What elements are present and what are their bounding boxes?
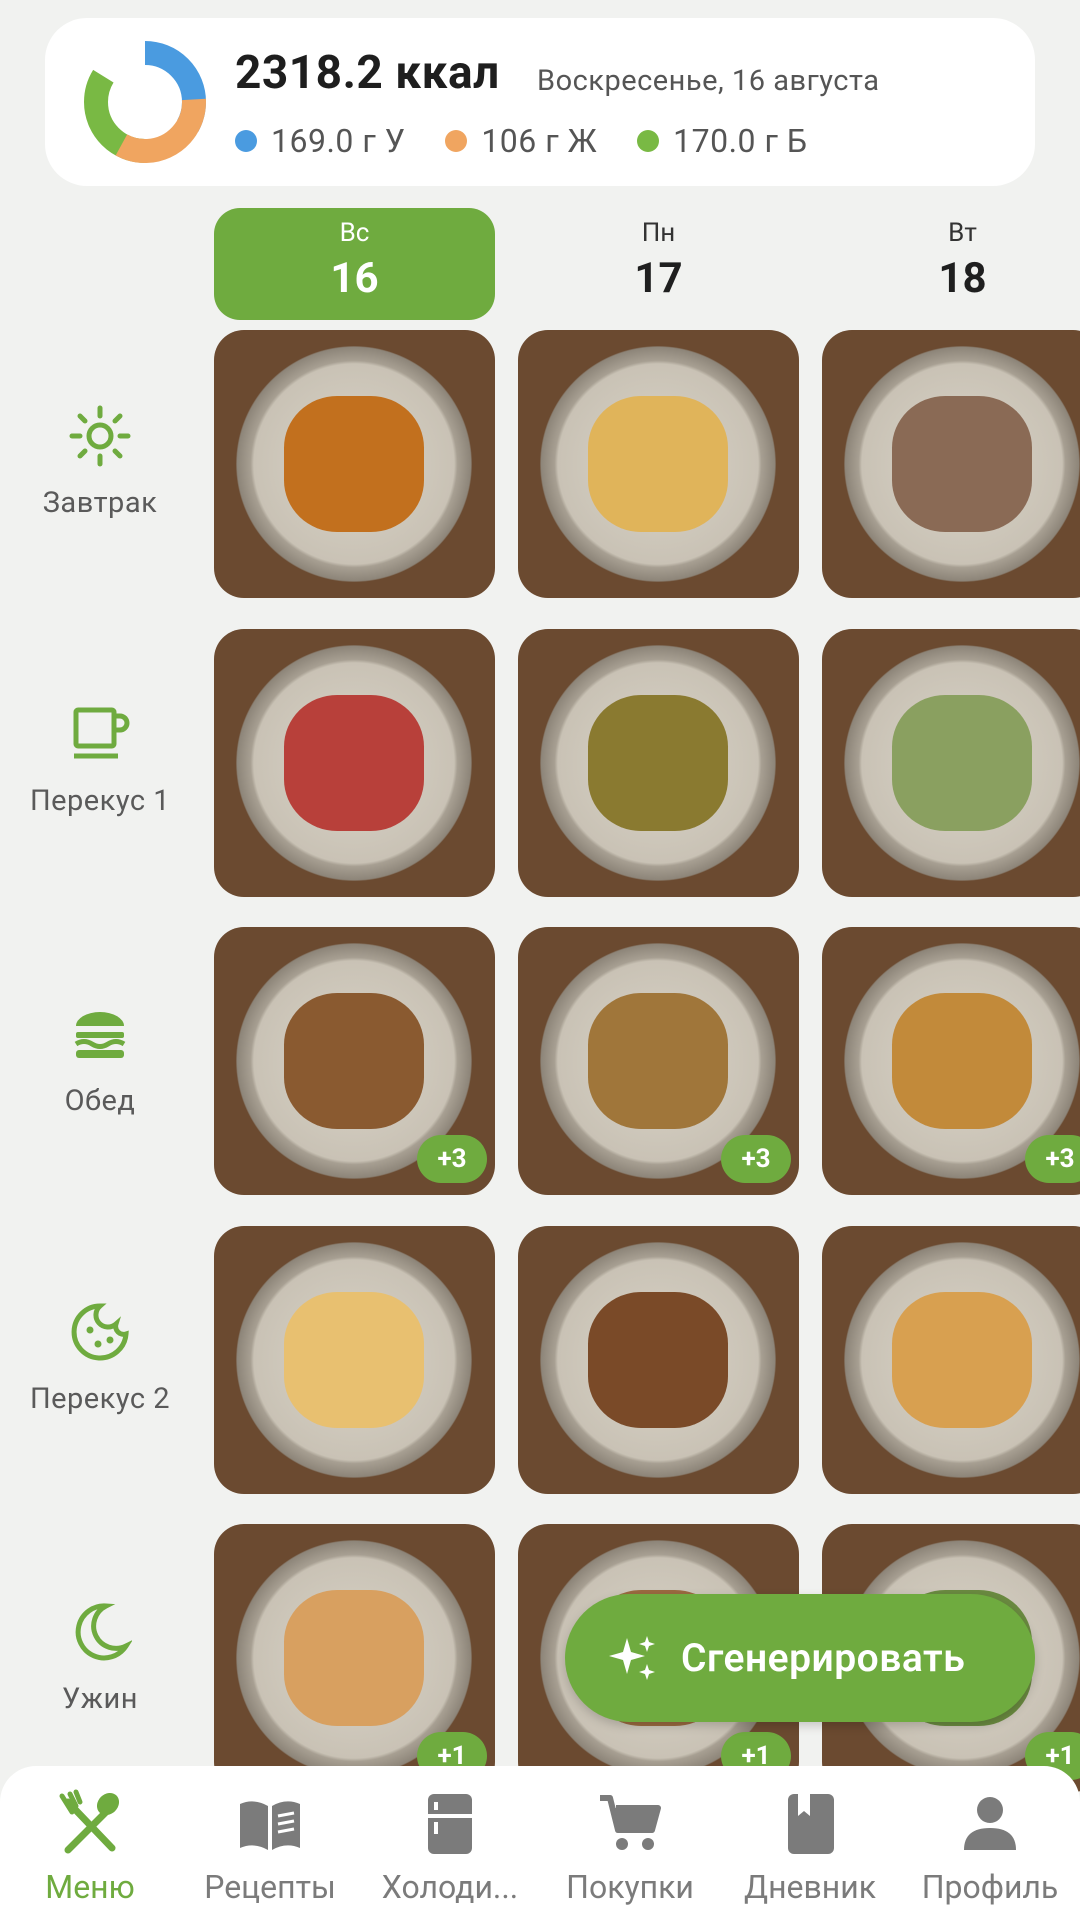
carbs-dot-icon [235,130,257,152]
fork-spoon-icon [59,1789,120,1854]
day-of-week: Вс [339,218,370,248]
cookie-icon [71,1303,129,1361]
burger-icon [74,1012,126,1058]
meal-label-snack-2: Перекус 2 [0,1300,200,1416]
book-icon [240,1801,300,1850]
generate-button-label: Сгенерировать [681,1635,966,1681]
nav-label: Профиль [921,1868,1059,1906]
meal-tile[interactable]: +3 [518,927,799,1195]
macro-protein: 170.0 г Б [637,122,807,160]
bottom-navigation: Меню Рецепты Холоди... Покупки Дневник П… [0,1766,1080,1920]
day-tab-sunday[interactable]: Вс 16 [214,208,495,320]
day-number: 16 [330,254,379,303]
meal-tile[interactable]: +3 [822,927,1080,1195]
dish-food [284,1590,424,1726]
nav-item-diary[interactable]: Дневник [725,1788,895,1906]
dish-food [588,695,728,831]
fat-dot-icon [445,130,468,152]
dish-food [892,1292,1032,1428]
dish-food [284,695,424,831]
sparkles-icon [609,1636,655,1680]
meal-label-text: Ужин [62,1682,138,1716]
sun-icon [69,405,131,467]
meal-tile[interactable] [518,1226,799,1494]
meal-tile[interactable] [822,1226,1080,1494]
total-calories: 2318.2 ккал [235,46,500,100]
nav-item-shopping[interactable]: Покупки [545,1788,715,1906]
fat-value: 106 г Ж [481,122,598,160]
meal-tile[interactable] [822,330,1080,598]
diary-icon [788,1794,834,1854]
dish-food [588,1292,728,1428]
day-number: 18 [938,254,987,303]
protein-value: 170.0 г Б [673,122,808,160]
nav-item-profile[interactable]: Профиль [905,1788,1075,1906]
carbs-value: 169.0 г У [271,122,406,160]
protein-dot-icon [637,130,660,152]
day-tab-monday[interactable]: Пн 17 [518,208,799,320]
day-tab-tuesday[interactable]: Вт 18 [822,208,1080,320]
meal-label-text: Обед [64,1084,136,1118]
meal-tile[interactable] [518,629,799,897]
dish-food [588,993,728,1129]
cup-icon [73,707,130,759]
generate-button[interactable]: Сгенерировать [565,1594,1035,1722]
meal-tile[interactable] [214,629,495,897]
meal-label-snack-1: Перекус 1 [0,702,200,818]
person-icon [964,1797,1016,1850]
dish-food [892,993,1032,1129]
nav-label: Меню [45,1868,135,1906]
macro-donut-chart [83,40,206,163]
day-of-week: Вт [948,218,977,248]
current-date: Воскресенье, 16 августа [537,64,880,98]
extra-dishes-badge: +3 [721,1135,791,1183]
dish-food [284,396,424,532]
dish-food [588,396,728,532]
dish-food [892,695,1032,831]
meal-tile[interactable] [518,330,799,598]
meal-tile[interactable]: +1 [214,1524,495,1792]
day-of-week: Пн [641,218,676,248]
macro-fat: 106 г Ж [445,122,597,160]
meal-label-text: Перекус 1 [29,784,171,818]
meal-tile[interactable] [214,330,495,598]
dish-food [284,1292,424,1428]
nav-label: Холоди... [381,1868,519,1906]
nav-item-recipes[interactable]: Рецепты [185,1788,355,1906]
nutrition-summary-card[interactable]: 2318.2 ккал Воскресенье, 16 августа 169.… [45,18,1035,186]
meal-tile[interactable] [822,629,1080,897]
nav-item-menu[interactable]: Меню [5,1788,175,1906]
nav-label: Рецепты [204,1868,336,1906]
nav-label: Покупки [566,1868,694,1906]
meal-tile[interactable] [214,1226,495,1494]
macro-list: 169.0 г У 106 г Ж 170.0 г Б [235,122,807,160]
day-number: 17 [634,254,683,303]
nav-item-fridge[interactable]: Холоди... [365,1788,535,1906]
dish-food [284,993,424,1129]
meal-label-breakfast: Завтрак [0,404,200,520]
meal-tile[interactable]: +3 [214,927,495,1195]
meal-label-lunch: Обед [0,1002,200,1118]
nav-label: Дневник [744,1868,876,1906]
macro-carbs: 169.0 г У [235,122,405,160]
cart-icon [600,1795,661,1850]
fridge-icon [428,1794,472,1854]
moon-icon [75,1603,132,1661]
extra-dishes-badge: +3 [1025,1135,1080,1183]
meal-label-text: Перекус 2 [29,1382,171,1416]
extra-dishes-badge: +3 [417,1135,487,1183]
meal-label-dinner: Ужин [0,1600,200,1716]
meal-label-text: Завтрак [42,486,158,520]
dish-food [892,396,1032,532]
